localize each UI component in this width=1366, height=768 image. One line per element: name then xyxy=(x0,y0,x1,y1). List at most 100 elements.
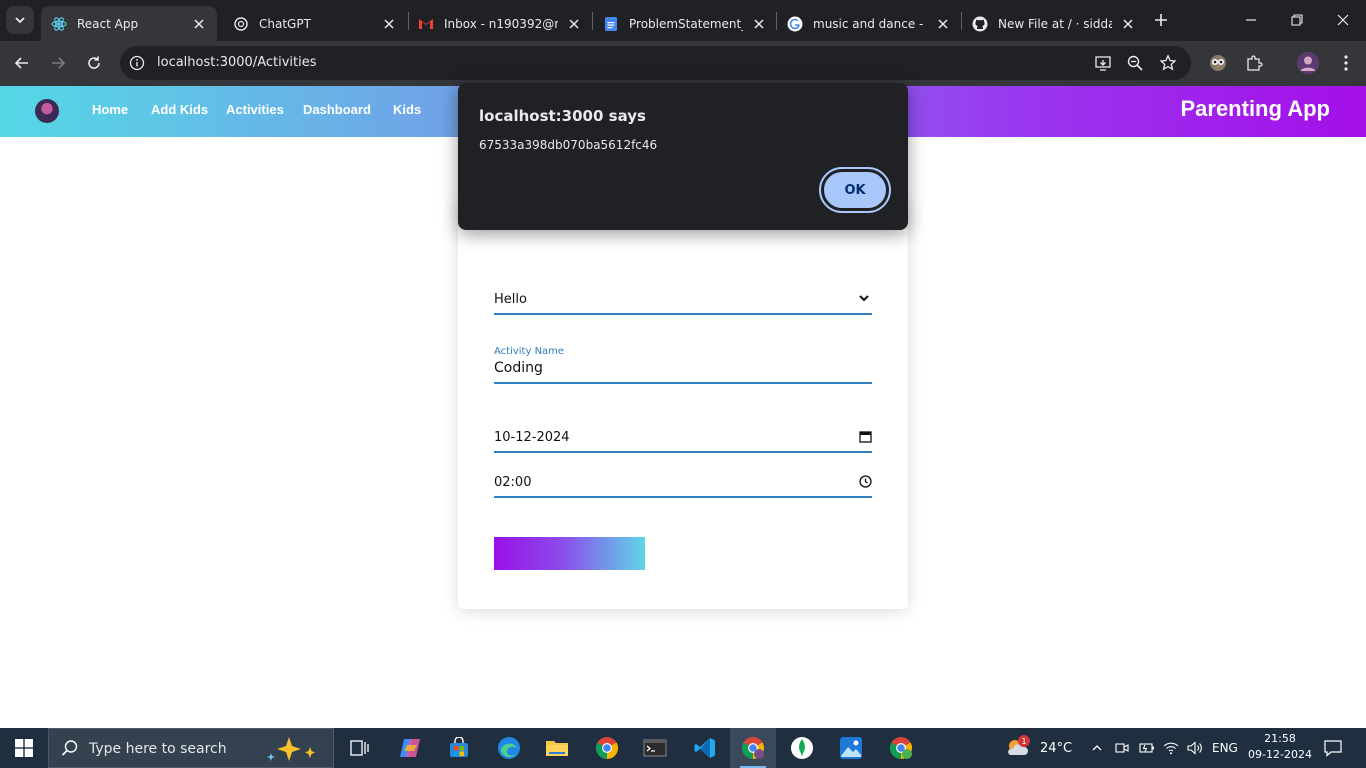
taskbar-chrome-second-profile[interactable] xyxy=(878,728,924,768)
browser-menu-icon[interactable] xyxy=(1335,52,1357,74)
browser-tab-strip: React App ChatGPT Inbox - n190392@rgu Pr… xyxy=(0,0,1366,41)
notification-icon xyxy=(1324,740,1342,757)
taskbar-edge[interactable] xyxy=(486,728,532,768)
tab-title: React App xyxy=(77,16,139,31)
chrome-icon xyxy=(596,737,618,759)
react-icon xyxy=(51,16,67,32)
tab-title: music and dance - Go xyxy=(813,16,927,31)
nav-link-activities[interactable]: Activities xyxy=(226,102,284,117)
taskbar-chrome-profile-active[interactable] xyxy=(730,728,776,768)
activity-name-label: Activity Name xyxy=(494,346,565,357)
chrome-icon xyxy=(890,737,912,759)
time-input[interactable]: 02:00 xyxy=(494,467,872,498)
arrow-left-icon xyxy=(14,57,28,69)
activity-name-field[interactable]: Activity Name Coding xyxy=(494,345,872,384)
start-button[interactable] xyxy=(0,728,48,768)
back-button[interactable] xyxy=(10,51,34,75)
close-icon[interactable] xyxy=(566,16,582,32)
store-icon xyxy=(450,737,468,757)
taskbar-mongodb[interactable] xyxy=(779,728,825,768)
taskbar-store[interactable] xyxy=(436,728,482,768)
extensions-puzzle-icon[interactable] xyxy=(1243,52,1265,74)
address-bar[interactable]: localhost:3000/Activities xyxy=(120,46,1191,80)
close-icon[interactable] xyxy=(381,16,397,32)
edge-icon xyxy=(498,737,520,759)
close-icon[interactable] xyxy=(191,16,207,32)
tab-google-search[interactable]: music and dance - Go xyxy=(777,6,961,41)
taskbar-chrome[interactable] xyxy=(584,728,630,768)
taskbar-vscode[interactable] xyxy=(682,728,728,768)
browser-toolbar: localhost:3000/Activities xyxy=(0,41,1366,86)
kid-select-value: Hello xyxy=(494,292,527,307)
kid-select[interactable]: Hello xyxy=(494,286,872,315)
tray-battery[interactable] xyxy=(1139,728,1155,768)
restore-button[interactable] xyxy=(1285,8,1309,32)
terminal-icon xyxy=(643,739,667,757)
bookmark-star-icon[interactable] xyxy=(1159,54,1177,72)
close-window-button[interactable] xyxy=(1331,8,1355,32)
zoom-icon[interactable] xyxy=(1126,54,1144,72)
reload-button[interactable] xyxy=(82,51,106,75)
battery-icon xyxy=(1139,743,1154,753)
tab-chatgpt[interactable]: ChatGPT xyxy=(223,6,407,41)
nav-link-kids[interactable]: Kids xyxy=(393,102,421,117)
close-icon[interactable] xyxy=(935,16,951,32)
taskbar-search-placeholder: Type here to search xyxy=(89,741,227,757)
restore-icon xyxy=(1291,14,1303,26)
tab-github[interactable]: New File at / · siddard xyxy=(962,6,1146,41)
volume-icon xyxy=(1187,741,1202,755)
tray-language[interactable]: ENG xyxy=(1212,728,1238,768)
taskbar-photos[interactable] xyxy=(828,728,874,768)
forward-button[interactable] xyxy=(46,51,70,75)
taskbar-copilot[interactable] xyxy=(387,728,433,768)
calendar-icon[interactable] xyxy=(859,430,872,443)
date-input[interactable]: 10-12-2024 xyxy=(494,422,872,453)
show-hidden-icons-button[interactable] xyxy=(1091,728,1103,768)
reload-icon xyxy=(88,56,100,69)
weather-temperature: 24°C xyxy=(1040,740,1073,756)
chevron-down-icon xyxy=(15,17,25,24)
weather-widget[interactable]: 1 24°C xyxy=(1004,728,1072,768)
minimize-button[interactable] xyxy=(1239,8,1263,32)
activity-name-value: Coding xyxy=(494,360,543,376)
profile-avatar[interactable] xyxy=(1297,52,1319,74)
tab-react-app[interactable]: React App xyxy=(41,6,217,41)
submit-button[interactable] xyxy=(494,537,645,570)
minimize-icon xyxy=(1246,19,1256,21)
tray-meet-now[interactable] xyxy=(1115,728,1129,768)
close-icon[interactable] xyxy=(751,16,767,32)
extension-owl-icon[interactable] xyxy=(1207,52,1229,74)
tray-wifi[interactable] xyxy=(1163,728,1179,768)
tab-gmail[interactable]: Inbox - n190392@rgu xyxy=(408,6,592,41)
task-view-icon xyxy=(350,740,369,756)
taskbar-terminal[interactable] xyxy=(632,728,678,768)
alert-message: 67533a398db070ba5612fc46 xyxy=(479,138,658,152)
nav-link-dashboard[interactable]: Dashboard xyxy=(303,102,371,117)
taskbar-task-view[interactable] xyxy=(337,728,383,768)
activity-form-card: Hello Activity Name Coding 10-12-2024 02… xyxy=(458,200,908,609)
alert-title: localhost:3000 says xyxy=(479,107,646,125)
tab-search-button[interactable] xyxy=(6,6,34,34)
chrome-profile-icon xyxy=(742,737,764,759)
plus-icon xyxy=(1155,14,1167,26)
nav-link-home[interactable]: Home xyxy=(92,102,128,117)
install-app-icon[interactable] xyxy=(1094,54,1112,72)
taskbar-file-explorer[interactable] xyxy=(534,728,580,768)
app-logo[interactable] xyxy=(35,99,59,123)
taskbar-clock[interactable]: 21:58 09-12-2024 xyxy=(1248,731,1312,763)
site-info-icon[interactable] xyxy=(128,54,146,72)
tray-volume[interactable] xyxy=(1187,728,1203,768)
new-tab-button[interactable] xyxy=(1150,9,1172,31)
taskbar-search-box[interactable]: Type here to search xyxy=(48,728,334,768)
tab-docs[interactable]: ProblemStatement_III xyxy=(593,6,777,41)
tab-title: ProblemStatement_III xyxy=(629,16,743,31)
clock-icon[interactable] xyxy=(859,475,872,488)
close-icon[interactable] xyxy=(1120,16,1136,32)
weather-cloud-icon: 1 xyxy=(1004,735,1032,761)
tab-title: New File at / · siddard xyxy=(998,16,1112,31)
chevron-up-icon xyxy=(1092,745,1102,751)
alert-dialog: localhost:3000 says 67533a398db070ba5612… xyxy=(458,83,908,230)
nav-link-add-kids[interactable]: Add Kids xyxy=(151,102,208,117)
notification-center-button[interactable] xyxy=(1324,728,1342,768)
alert-ok-button[interactable]: OK xyxy=(819,167,891,213)
